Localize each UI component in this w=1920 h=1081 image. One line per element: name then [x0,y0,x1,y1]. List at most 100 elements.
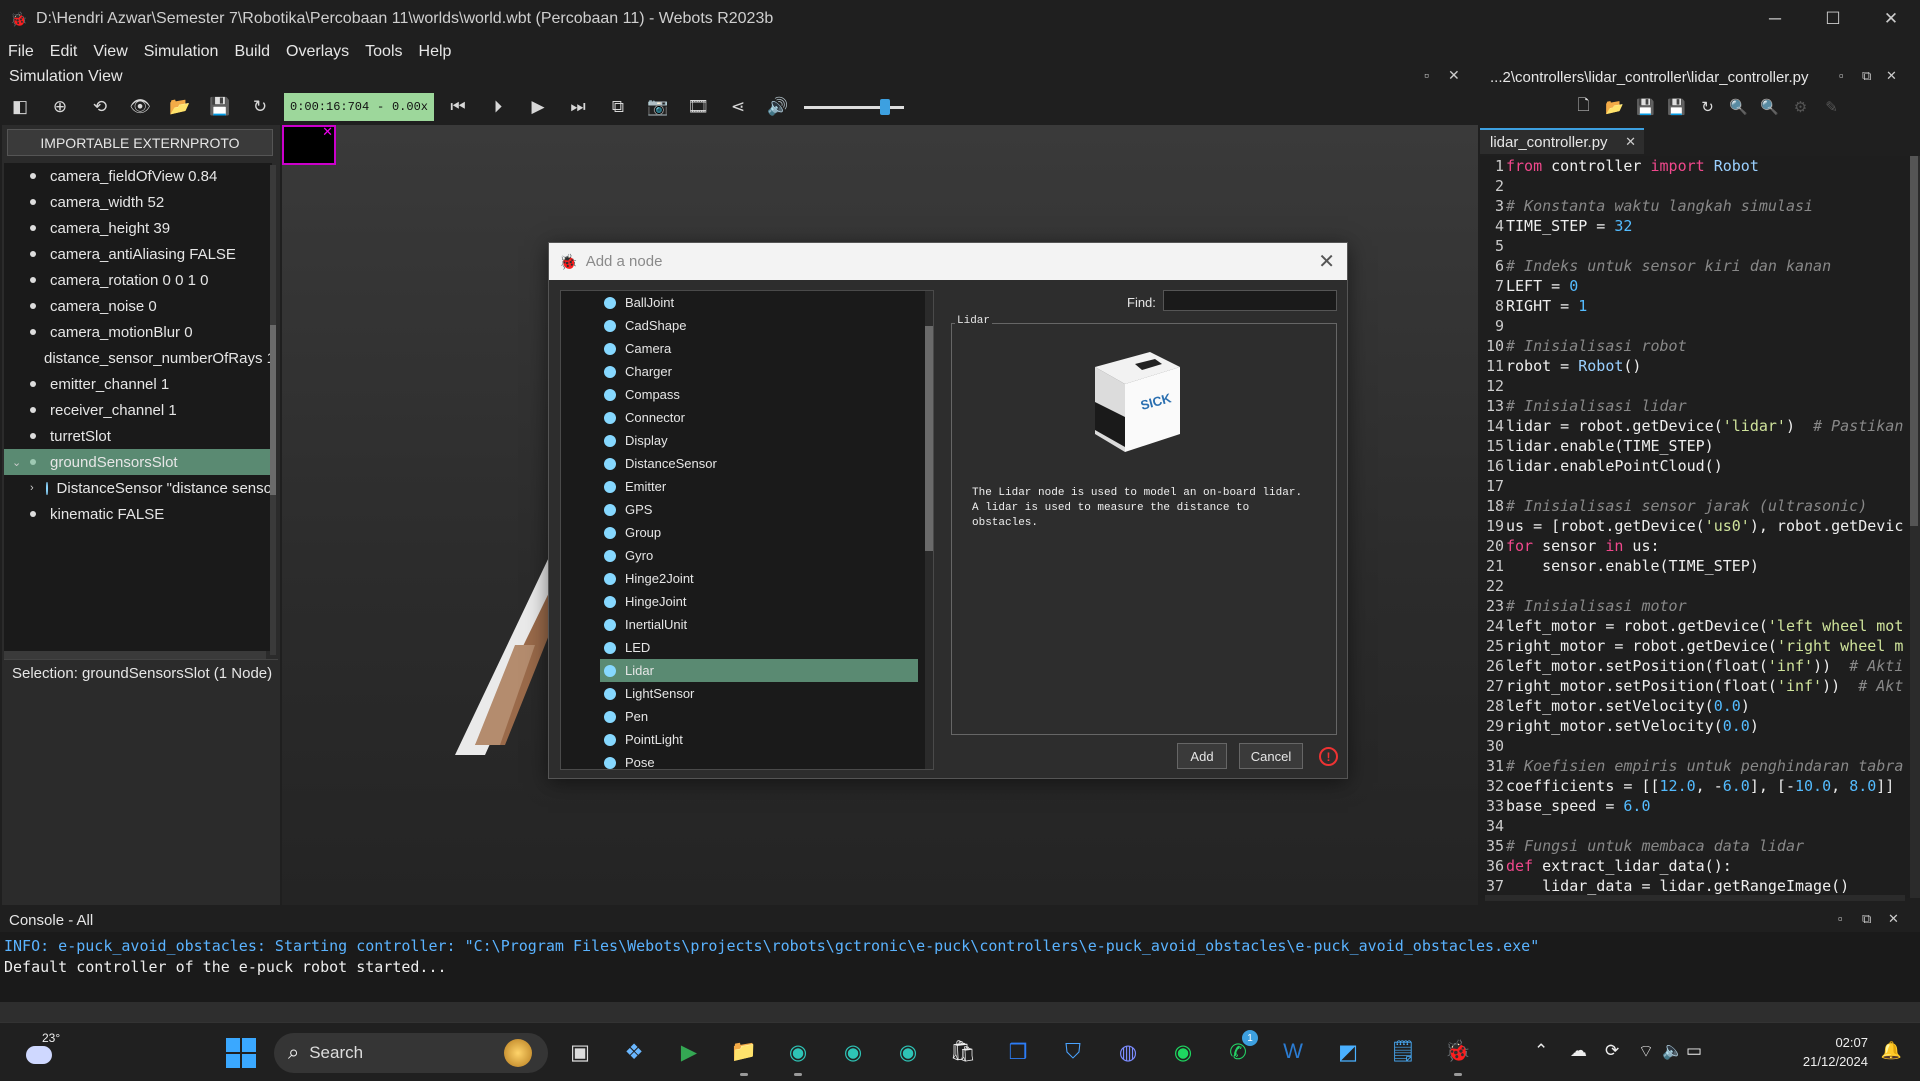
node-item[interactable]: Gyro [561,544,933,567]
node-item[interactable]: InertialUnit [561,613,933,636]
restore-panel-icon[interactable]: ⧉ [1862,68,1871,84]
menu-view[interactable]: View [85,43,135,61]
code-line[interactable]: 19 us = [robot.getDevice('us0'), robot.ge… [1480,516,1910,536]
scene-tree-scrollbar[interactable] [270,165,276,655]
menu-help[interactable]: Help [411,43,460,61]
code-line[interactable]: 6 # Indeks untuk sensor kiri dan kanan [1480,256,1910,276]
clock[interactable]: 02:07 21/12/2024 [1803,1033,1868,1071]
code-line[interactable]: 8 RIGHT = 1 [1480,296,1910,316]
code-line[interactable]: 14 lidar = robot.getDevice('lidar') # Pas… [1480,416,1910,436]
tab-close-icon[interactable]: ✕ [1625,134,1636,150]
open-world-icon[interactable]: 📂 [160,92,200,122]
close-panel-icon[interactable]: ✕ [1448,67,1460,84]
code-line[interactable]: 17 [1480,476,1910,496]
node-list[interactable]: BallJoint CadShape Camera Charger Compas… [560,290,934,770]
code-line[interactable]: 35 # Fungsi untuk membaca data lidar [1480,836,1910,856]
weather-widget[interactable]: 23° [22,1031,62,1072]
code-line[interactable]: 3 # Konstanta waktu langkah simulasi [1480,196,1910,216]
share-icon[interactable]: ⋖ [718,92,758,122]
close-panel-icon[interactable]: ✕ [1888,911,1899,927]
editor-tab[interactable]: lidar_controller.py ✕ [1480,128,1644,154]
open-file-icon[interactable]: 📂 [1599,98,1630,116]
save-as-icon[interactable]: 💾 [1661,98,1692,116]
node-item[interactable]: PointLight [561,728,933,751]
code-line[interactable]: 2 [1480,176,1910,196]
vpn-icon[interactable]: ⛉ [1055,1034,1091,1070]
tree-item[interactable]: receiver_channel 1 [4,397,272,423]
code-line[interactable]: 11 robot = Robot() [1480,356,1910,376]
code-line[interactable]: 33 base_speed = 6.0 [1480,796,1910,816]
tree-item-selected[interactable]: ⌄ groundSensorsSlot [4,449,272,475]
google-play-icon[interactable]: ▶ [671,1034,707,1070]
menu-file[interactable]: File [0,43,42,61]
step-icon[interactable]: ⏵ [478,92,518,122]
whatsapp-icon[interactable]: ✆ 1 [1220,1030,1258,1070]
node-item[interactable]: Group [561,521,933,544]
discord-icon[interactable]: ◍ [1110,1034,1146,1070]
code-line[interactable]: 18 # Inisialisasi sensor jarak (ultrasoni… [1480,496,1910,516]
add-button[interactable]: Add [1177,743,1227,769]
photos-icon[interactable]: ◩ [1330,1034,1366,1070]
tree-item[interactable]: camera_motionBlur 0 [4,319,272,345]
node-item[interactable]: Pen [561,705,933,728]
chevron-up-icon[interactable]: ⌃ [1534,1041,1548,1061]
node-item[interactable]: Camera [561,337,933,360]
reset-view-icon[interactable]: ⟲ [80,92,120,122]
code-line[interactable]: 27 right_motor.setPosition(float('inf')) … [1480,676,1910,696]
warning-icon[interactable]: ! [1319,747,1338,766]
code-line[interactable]: 30 [1480,736,1910,756]
record-movie-icon[interactable]: 🎞 [678,92,718,122]
code-line[interactable]: 26 left_motor.setPosition(float('inf')) #… [1480,656,1910,676]
wifi-icon[interactable]: ⌔ [1638,1041,1654,1062]
maximize-button[interactable]: ☐ [1804,0,1862,38]
camera-overlay[interactable]: ✕ [282,124,336,165]
node-item[interactable]: Connector [561,406,933,429]
code-editor[interactable]: 1 from controller import Robot 2 3 # Konstan… [1480,156,1910,898]
menu-simulation[interactable]: Simulation [136,43,227,61]
node-item-selected[interactable]: Lidar [600,659,918,682]
tree-item[interactable]: camera_noise 0 [4,293,272,319]
code-line[interactable]: 9 [1480,316,1910,336]
code-line[interactable]: 31 # Koefisien empiris untuk penghindaran… [1480,756,1910,776]
code-line[interactable]: 23 # Inisialisasi motor [1480,596,1910,616]
menu-edit[interactable]: Edit [42,43,86,61]
volume-slider[interactable] [804,92,904,122]
node-item[interactable]: HingeJoint [561,590,933,613]
code-line[interactable]: 28 left_motor.setVelocity(0.0) [1480,696,1910,716]
build-icon[interactable]: ⚙ [1785,98,1816,116]
word-icon[interactable]: W [1275,1034,1311,1070]
menu-tools[interactable]: Tools [357,43,410,61]
node-item[interactable]: LED [561,636,933,659]
code-line[interactable]: 22 [1480,576,1910,596]
node-item[interactable]: Emitter [561,475,933,498]
start-button[interactable] [226,1038,256,1068]
notification-bell-icon[interactable]: 🔔 [1881,1041,1902,1061]
cancel-button[interactable]: Cancel [1239,743,1303,769]
node-item[interactable]: LightSensor [561,682,933,705]
tree-item[interactable]: camera_height 39 [4,215,272,241]
node-item[interactable]: GPS [561,498,933,521]
code-line[interactable]: 36 def extract_lidar_data(): [1480,856,1910,876]
code-line[interactable]: 21 sensor.enable(TIME_STEP) [1480,556,1910,576]
clean-icon[interactable]: ✎ [1816,98,1847,116]
onedrive-icon[interactable]: ☁ [1570,1041,1587,1061]
close-overlay-icon[interactable]: ✕ [322,124,333,140]
tree-item[interactable]: emitter_channel 1 [4,371,272,397]
code-line[interactable]: 12 [1480,376,1910,396]
code-line[interactable]: 4 TIME_STEP = 32 [1480,216,1910,236]
dropbox-icon[interactable]: ❒ [1000,1034,1036,1070]
code-hscrollbar[interactable] [1485,895,1905,901]
float-panel-icon[interactable]: ▫ [1424,67,1429,83]
minimize-button[interactable]: ─ [1746,0,1804,38]
node-item[interactable]: Hinge2Joint [561,567,933,590]
copilot-icon[interactable]: ❖ [616,1034,652,1070]
spotify-icon[interactable]: ◉ [1165,1034,1201,1070]
code-line[interactable]: 25 right_motor = robot.getDevice('right w… [1480,636,1910,656]
edge-dev-icon[interactable]: ◉ [890,1034,926,1070]
node-item[interactable]: Charger [561,360,933,383]
tree-item[interactable]: camera_rotation 0 0 1 0 [4,267,272,293]
node-item[interactable]: DistanceSensor [561,452,933,475]
code-line[interactable]: 32 coefficients = [[12.0, -6.0], [-10.0, … [1480,776,1910,796]
eye-icon[interactable]: 👁 [120,92,160,122]
battery-icon[interactable]: ▭ [1686,1041,1702,1061]
